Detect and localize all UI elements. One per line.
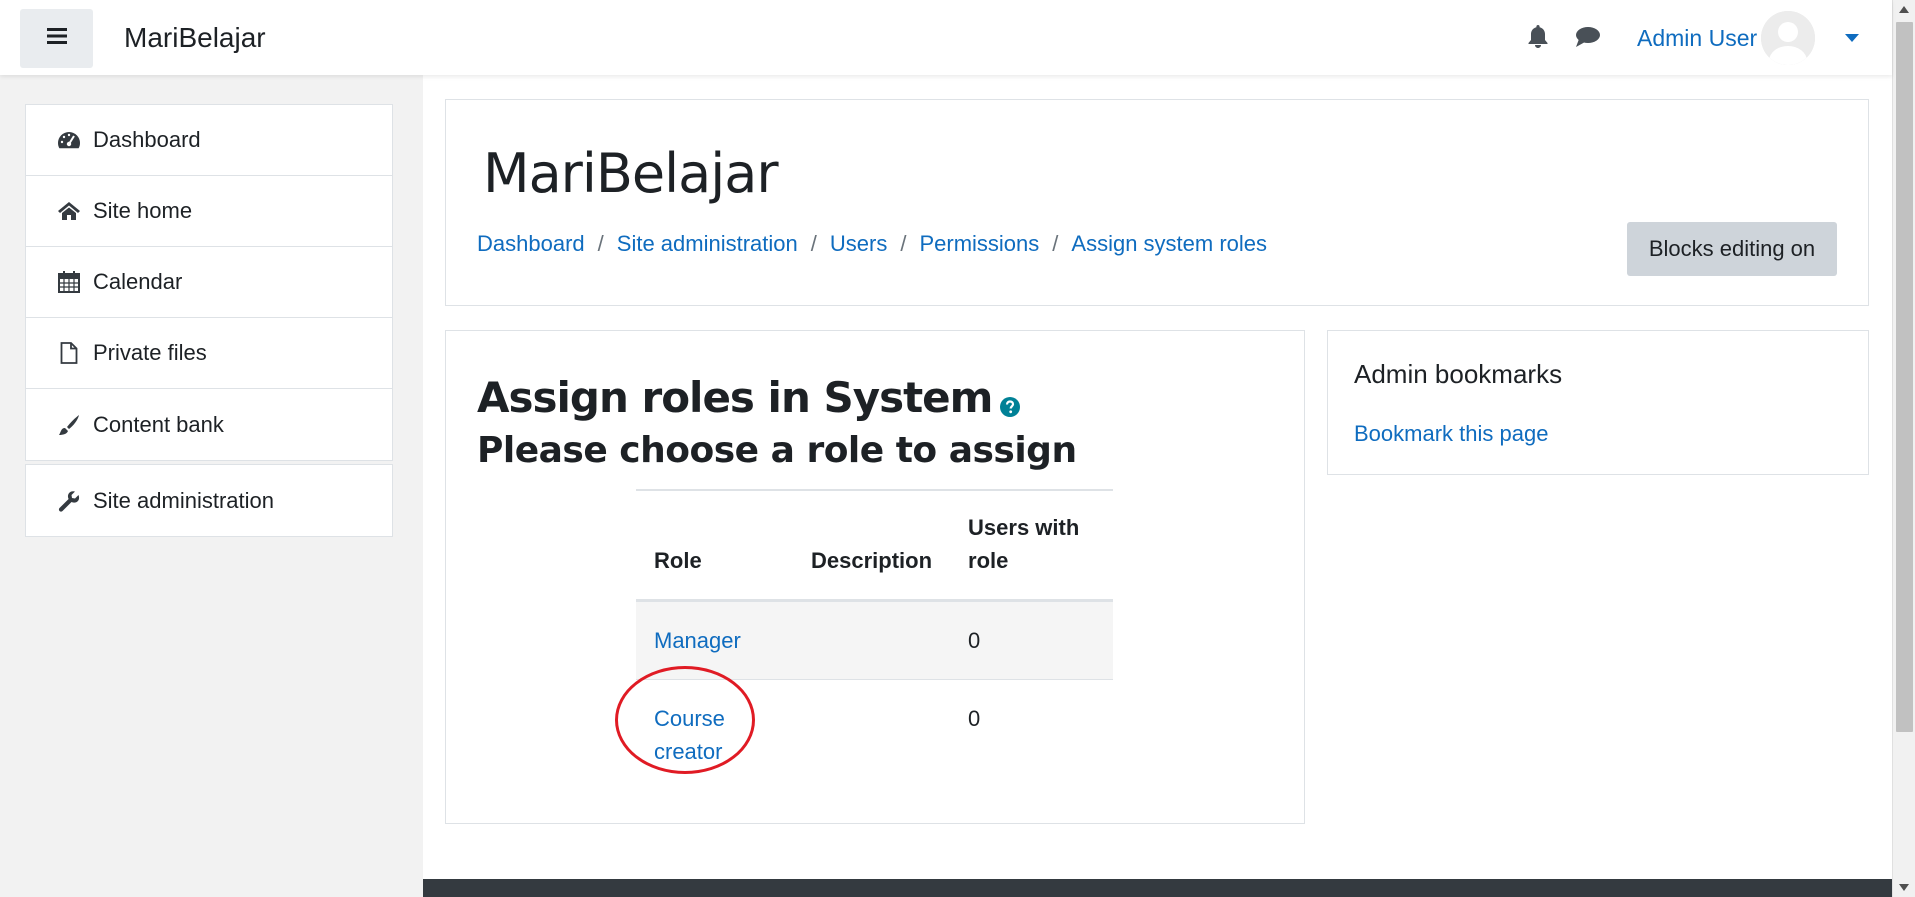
breadcrumb-separator: / [1052,231,1059,256]
file-icon [56,340,82,366]
assign-roles-heading-text: Assign roles in System [477,373,993,422]
caret-down-icon[interactable] [1845,29,1860,47]
user-name[interactable]: Admin User [1637,25,1757,52]
calendar-icon [56,269,82,295]
breadcrumb-separator: / [810,231,817,256]
drawer-item-label: Private files [93,340,207,365]
table-header-row: Role Description Users with role [636,490,1113,602]
table-row: Course creator 0 [636,680,1113,791]
breadcrumb-permissions[interactable]: Permissions [919,231,1039,257]
description-cell [793,600,951,680]
chat-icon[interactable] [1575,26,1601,53]
menu-icon [46,28,67,49]
column-header-description: Description [793,490,951,602]
paintbrush-icon [56,412,82,438]
help-icon[interactable] [1000,378,1021,427]
top-navbar: MariBelajar Admin User [0,0,1892,75]
roles-table: Role Description Users with role Manager… [636,489,1113,790]
bookmark-this-page-link[interactable]: Bookmark this page [1354,421,1548,447]
role-link-course-creator[interactable]: Course creator [654,706,725,764]
dashboard-icon [56,127,82,153]
column-header-role: Role [636,490,793,602]
assign-roles-heading: Assign roles in System [477,368,1021,427]
role-cell: Course creator [636,680,793,791]
breadcrumb-assign-system-roles[interactable]: Assign system roles [1071,231,1267,257]
avatar[interactable] [1761,11,1816,65]
drawer-item-site-administration[interactable]: Site administration [26,465,392,536]
page-title: MariBelajar [483,142,779,205]
page-footer [423,879,1892,897]
users-count-cell: 0 [968,706,981,731]
breadcrumb: Dashboard / Site administration / Users … [477,231,1267,257]
breadcrumb-separator: / [597,231,604,256]
description-cell [793,680,950,791]
vertical-scrollbar[interactable] [1892,0,1915,897]
breadcrumb-site-administration[interactable]: Site administration [617,231,798,257]
scroll-thumb[interactable] [1896,22,1913,732]
drawer-item-label: Site home [93,198,193,223]
region-main: Assign roles in System Please choose a r… [445,330,1305,824]
drawer-item-label: Calendar [93,269,183,294]
user-menu[interactable]: Admin User [1637,10,1860,66]
drawer-admin-nav: Site administration [25,464,393,537]
drawer-item-label: Content bank [93,411,224,437]
column-header-users-with-role: Users with role [950,490,1113,602]
breadcrumb-separator: / [900,231,907,256]
drawer-item-calendar[interactable]: Calendar [26,247,392,318]
scroll-down-arrow-icon[interactable] [1899,884,1909,891]
drawer-toggle-button[interactable] [20,9,93,68]
bell-icon[interactable] [1527,24,1549,53]
role-cell: Manager [636,600,793,680]
role-link-manager[interactable]: Manager [654,628,741,653]
breadcrumb-dashboard[interactable]: Dashboard [477,231,585,257]
wrench-icon [56,488,82,514]
scroll-up-arrow-icon[interactable] [1899,6,1909,13]
home-icon [56,198,82,224]
table-row: Manager 0 [636,600,1113,680]
choose-role-subheading: Please choose a role to assign [477,430,1077,471]
users-count-cell: 0 [950,600,1113,680]
drawer-item-content-bank[interactable]: Content bank [26,389,392,460]
bookmarks-title: Admin bookmarks [1354,359,1563,389]
drawer-item-dashboard[interactable]: Dashboard [26,105,392,176]
breadcrumb-users[interactable]: Users [830,231,887,257]
page-header: MariBelajar Dashboard / Site administrat… [445,99,1869,306]
brand-link[interactable]: MariBelajar [124,22,266,54]
blocks-editing-button[interactable]: Blocks editing on [1627,222,1837,276]
drawer-item-private-files[interactable]: Private files [26,318,392,389]
drawer-item-label: Dashboard [93,127,201,152]
drawer-item-label: Site administration [93,487,274,513]
nav-drawer: Dashboard Site home Calendar Private fil… [0,75,423,897]
drawer-item-site-home[interactable]: Site home [26,176,392,247]
drawer-main-nav: Dashboard Site home Calendar Private fil… [25,104,393,461]
admin-bookmarks-block: Admin bookmarks Bookmark this page [1327,330,1869,475]
